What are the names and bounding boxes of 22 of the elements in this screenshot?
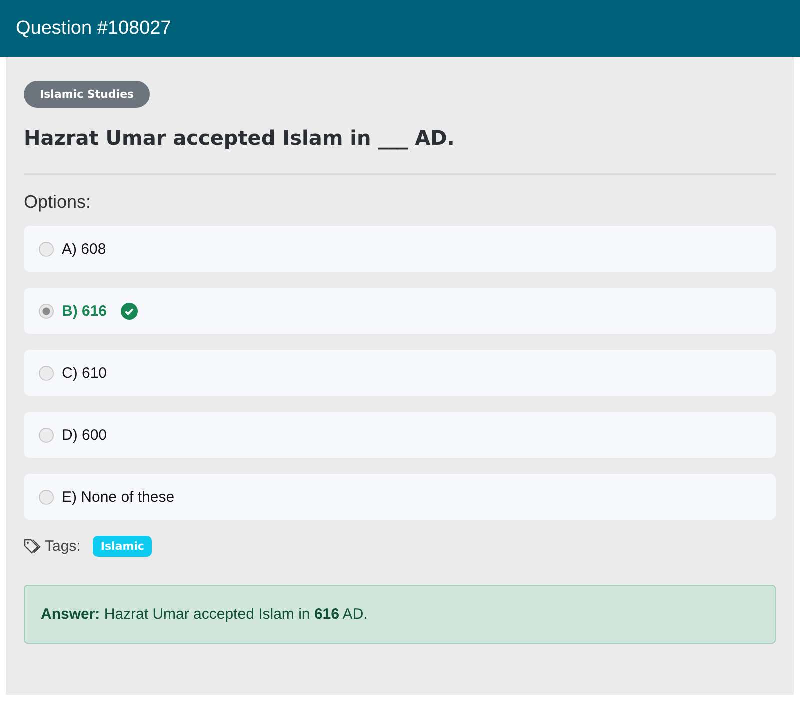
option-row[interactable]: D) 600 (24, 412, 776, 458)
tags-label: Tags: (45, 538, 81, 555)
option-text: C) 610 (62, 364, 108, 382)
radio-button[interactable] (39, 304, 54, 318)
tag-icon (24, 539, 41, 554)
question-title: Question #108027 (16, 18, 172, 40)
option-text: E) None of these (62, 488, 175, 506)
radio-button[interactable] (39, 490, 54, 504)
radio-button[interactable] (39, 366, 54, 380)
radio-button[interactable] (39, 242, 54, 256)
option-text: D) 600 (62, 426, 108, 444)
option-row[interactable]: A) 608 (24, 226, 776, 272)
question-text: Hazrat Umar accepted Islam in ___ AD. (24, 126, 456, 150)
answer-text: Answer: Hazrat Umar accepted Islam in 616 AD. (41, 606, 368, 623)
option-row[interactable]: B) 616 (24, 288, 776, 334)
category-badge: Islamic Studies (24, 81, 150, 108)
option-row[interactable]: E) None of these (24, 474, 776, 520)
options-label: Options: (24, 192, 92, 213)
option-text: A) 608 (62, 240, 106, 258)
option-text: B) 616 (62, 302, 108, 320)
radio-button[interactable] (39, 428, 54, 442)
option-row[interactable]: C) 610 (24, 350, 776, 396)
